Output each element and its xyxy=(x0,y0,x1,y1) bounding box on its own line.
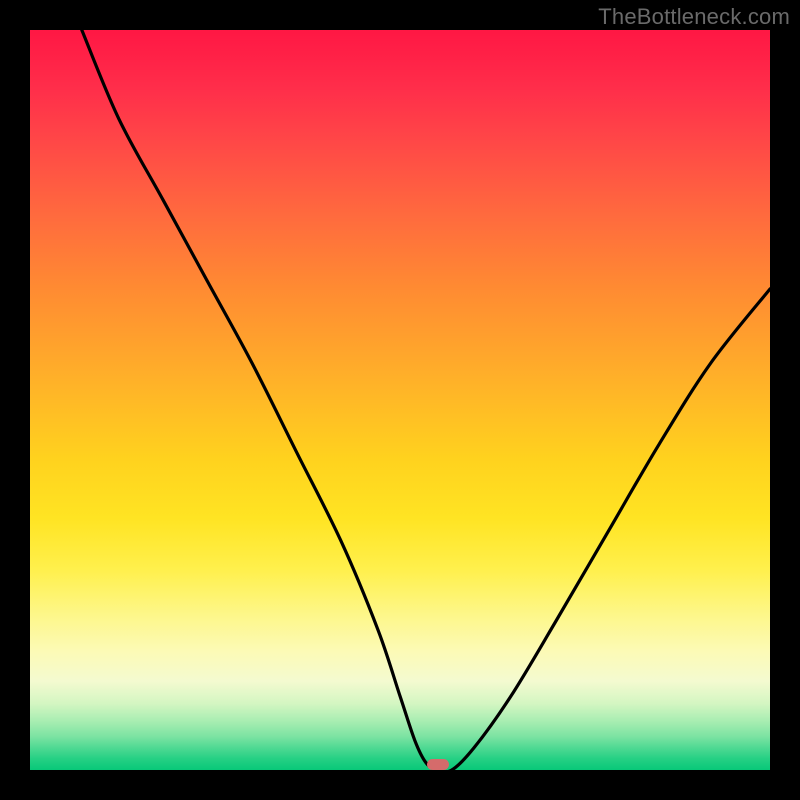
bottleneck-curve xyxy=(30,30,770,770)
plot-area xyxy=(30,30,770,770)
image-container: TheBottleneck.com xyxy=(0,0,800,800)
watermark-text: TheBottleneck.com xyxy=(598,4,790,30)
optimal-marker xyxy=(427,759,449,770)
